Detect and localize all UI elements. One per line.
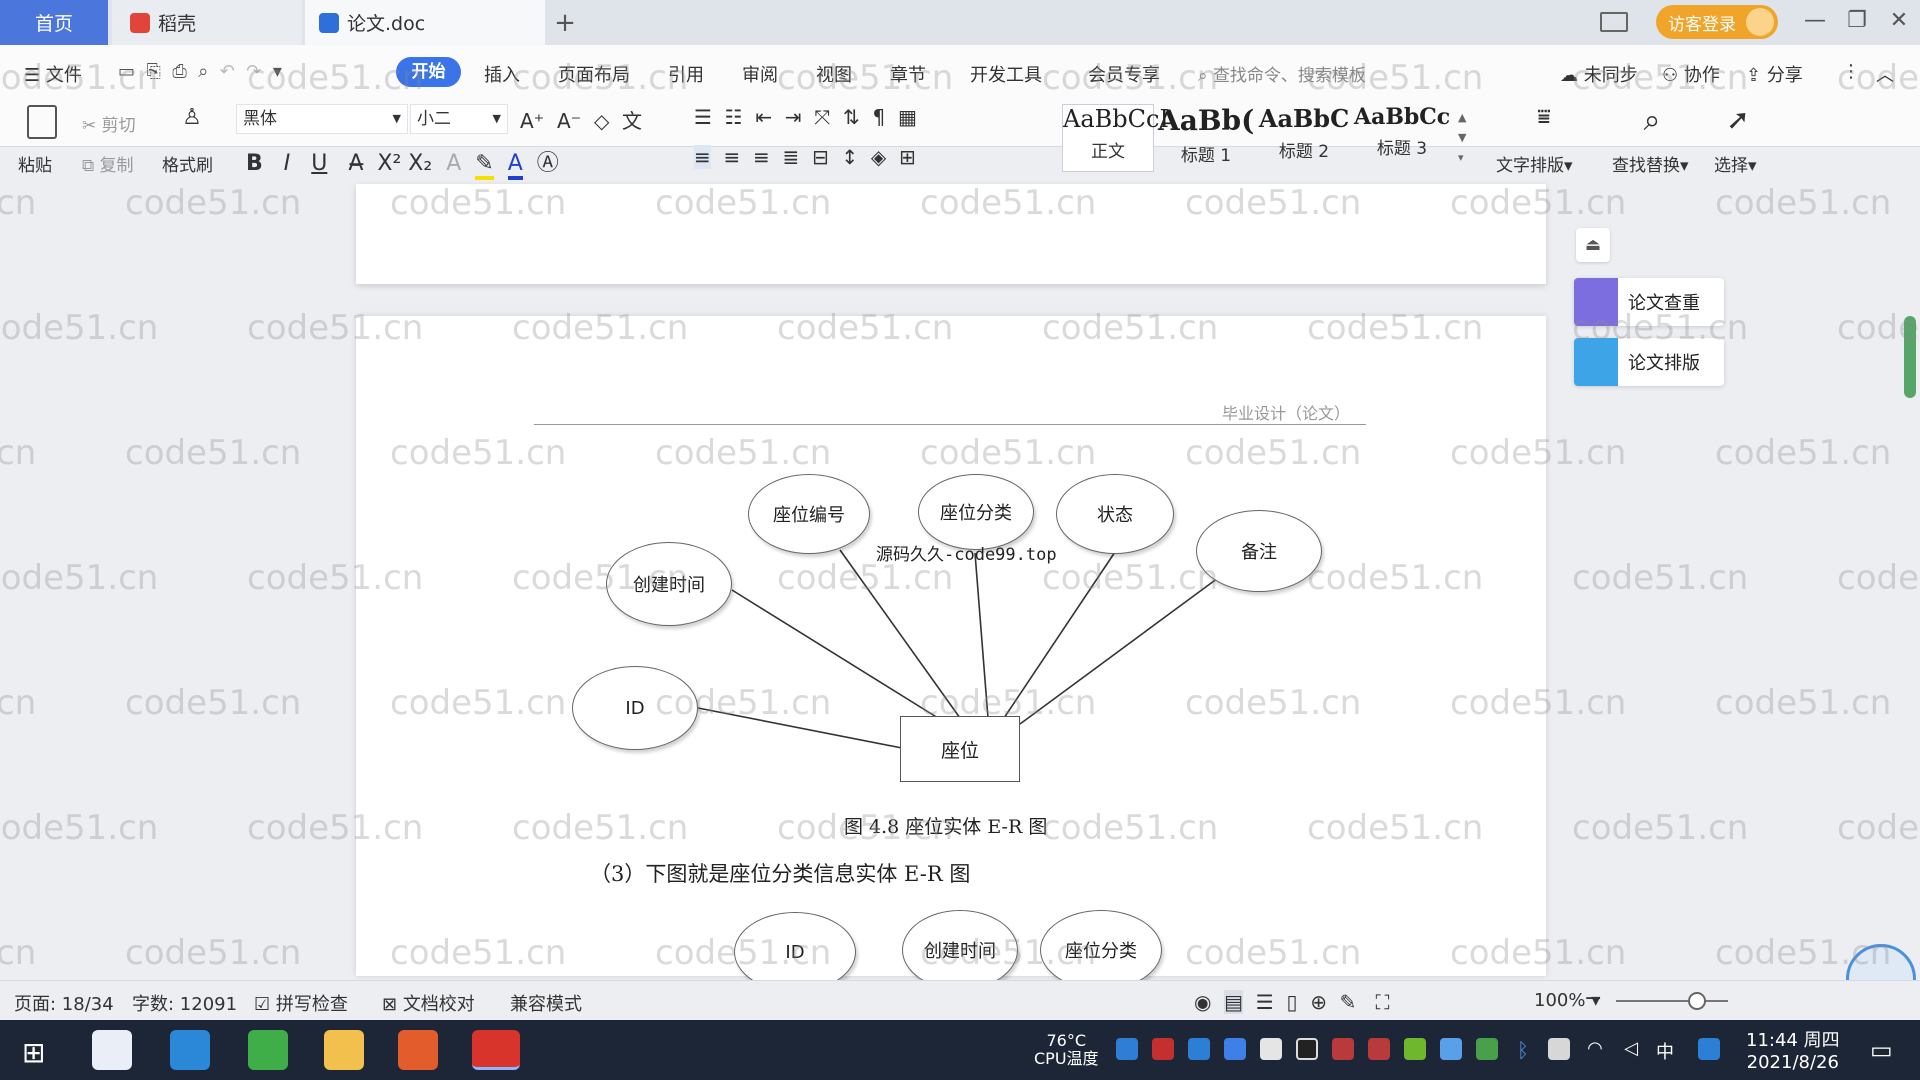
page-view-icon[interactable]: ▤ (1224, 990, 1244, 1014)
edge-status (1003, 551, 1116, 719)
tray-icon-9[interactable] (1404, 1038, 1426, 1060)
tray-icon-1[interactable] (1116, 1038, 1138, 1060)
zoom-out-icon[interactable]: − (1584, 986, 1602, 1011)
panel-collapse-icon[interactable]: ⏏ (1576, 228, 1610, 262)
browser-360-icon[interactable] (248, 1030, 288, 1070)
cpu-temp-value: 76°C (1046, 1031, 1087, 1050)
wifi-icon[interactable]: ◠ (1584, 1038, 1606, 1060)
doc-proofread-label: 文档校对 (402, 994, 475, 1015)
windows-start-icon[interactable]: ⊞ (22, 1036, 45, 1069)
figure-caption: 图 4.8 座位实体 E-R 图 (844, 816, 1048, 838)
edge-id (697, 707, 903, 749)
bluetooth-icon[interactable]: ᛒ (1512, 1038, 1534, 1062)
attr2-seat-category: 座位分类 (1040, 910, 1162, 990)
cpu-temp-widget[interactable]: 76°C CPU温度 (1034, 1032, 1099, 1068)
attr-note: 备注 (1196, 510, 1322, 592)
tray-icon-3[interactable] (1188, 1038, 1210, 1060)
volume-icon[interactable]: ◁ (1620, 1038, 1642, 1060)
qq-icon[interactable] (1296, 1038, 1318, 1060)
attr-seat-category: 座位分类 (918, 474, 1034, 550)
clock[interactable]: 11:44 周四 2021/8/26 (1746, 1030, 1840, 1074)
attr-id: ID (572, 666, 698, 750)
eye-protect-icon[interactable]: ◉ (1194, 990, 1211, 1014)
outline-view-icon[interactable]: ☰ (1256, 990, 1274, 1014)
tray-icon-10[interactable] (1440, 1038, 1462, 1060)
clock-date: 2021/8/26 (1746, 1052, 1839, 1073)
compat-mode-label: 兼容模式 (510, 994, 582, 1015)
paper-format-icon (1574, 338, 1618, 386)
status-bar: 页面: 18/34 字数: 12091 ☑ 拼写检查 ⊠ 文档校对 兼容模式 ◉… (0, 980, 1920, 1020)
page-indicator[interactable]: 页面: 18/34 (14, 990, 114, 1016)
paper-check-label: 论文查重 (1628, 293, 1700, 314)
paper-check-button[interactable]: 论文查重 (1574, 278, 1724, 326)
proofread-icon: ⊠ (382, 994, 403, 1015)
scrollbar-thumb[interactable] (1904, 316, 1916, 398)
source-watermark-text: 源码久久-code99.top (876, 545, 1057, 565)
zoom-slider[interactable] (1616, 1000, 1728, 1002)
app-icon-pinwheel[interactable] (92, 1030, 132, 1070)
ie-browser-icon[interactable] (170, 1030, 210, 1070)
tray-icon-7[interactable] (1332, 1038, 1354, 1060)
tray-icon-2[interactable] (1152, 1038, 1174, 1060)
zoom-slider-knob[interactable] (1687, 992, 1706, 1010)
shield-icon[interactable] (1224, 1038, 1246, 1060)
app-icon-orange[interactable] (398, 1030, 438, 1070)
bell-icon[interactable] (1260, 1038, 1282, 1060)
paper-format-button[interactable]: 论文排版 (1574, 338, 1724, 386)
attr-created-time: 创建时间 (606, 542, 732, 626)
web-view-icon[interactable]: ⊕ (1310, 990, 1327, 1014)
fit-page-icon[interactable]: ⛶ (1376, 990, 1390, 1014)
edit-icon[interactable]: ✎ (1340, 990, 1357, 1014)
paper-format-label: 论文排版 (1628, 353, 1700, 374)
spell-check-button[interactable]: ☑ 拼写检查 (254, 990, 348, 1016)
status-view-icons: ◉ ▤ ☰ ▯ ⊕ ✎ ⛶ (1194, 990, 1390, 1014)
paper-check-icon (1574, 278, 1618, 326)
doc-proofread-button[interactable]: ⊠ 文档校对 (382, 990, 475, 1016)
attr-seat-no: 座位编号 (748, 474, 870, 554)
cpu-temp-label: CPU温度 (1034, 1049, 1099, 1068)
battery-icon[interactable] (1548, 1038, 1570, 1060)
word-count[interactable]: 字数: 12091 (132, 990, 237, 1016)
ime-indicator[interactable]: 中 (1656, 1038, 1674, 1064)
file-explorer-icon[interactable] (324, 1030, 364, 1070)
edge-created (731, 589, 939, 719)
zoom-level-value: 100% (1534, 990, 1586, 1011)
body-paragraph: （3）下图就是座位分类信息实体 E-R 图 (590, 862, 971, 886)
tray-icon-q[interactable] (1698, 1038, 1720, 1060)
wps-office-icon[interactable] (472, 1030, 520, 1070)
spell-check-label: 拼写检查 (275, 994, 348, 1015)
attr-status: 状态 (1056, 474, 1174, 554)
edge-seat-cat (974, 552, 989, 719)
edge-seat-no (839, 549, 961, 719)
notification-icon[interactable]: ▭ (1870, 1036, 1893, 1064)
clock-time: 11:44 周四 (1746, 1030, 1840, 1051)
checkbox-icon: ☑ (254, 994, 276, 1015)
attr2-created-time: 创建时间 (902, 910, 1018, 990)
reading-view-icon[interactable]: ▯ (1286, 990, 1297, 1014)
entity-seat: 座位 (900, 716, 1020, 782)
tray-icon-8[interactable] (1368, 1038, 1390, 1060)
windows-taskbar: ⊞ 76°C CPU温度 ᛒ ◠ ◁ 中 11:44 周四 2021/8/26 ▭ (0, 1020, 1920, 1080)
nvidia-icon[interactable] (1476, 1038, 1498, 1060)
